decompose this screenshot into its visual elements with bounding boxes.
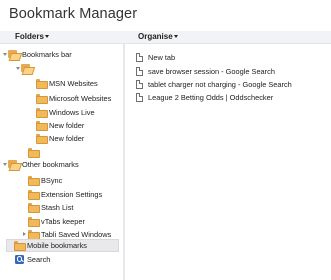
tree-item-label: MSN Websites [49, 78, 98, 88]
tree-item-bookmarks-bar[interactable]: Bookmarks bar [1, 48, 72, 60]
list-item-bookmark[interactable]: New tab [136, 51, 175, 63]
tree-item-msn-websites[interactable]: MSN Websites [36, 77, 98, 89]
folder-icon [36, 134, 48, 144]
folder-icon [28, 190, 40, 200]
tree-item-bsync[interactable]: BSync [28, 174, 62, 186]
list-item-bookmark[interactable]: save browser session - Google Search [136, 65, 275, 77]
tree-item-mobile-bookmarks[interactable]: Mobile bookmarks [14, 239, 87, 251]
bookmark-title: save browser session - Google Search [148, 66, 275, 76]
tree-item-unnamed-folder[interactable] [14, 62, 35, 74]
folder-tree: Bookmarks bar MSN Websites Microsoft Web… [0, 44, 123, 280]
expand-arrow-icon[interactable] [14, 62, 21, 74]
folder-open-icon [21, 64, 32, 72]
tree-item-label: BSync [41, 175, 63, 185]
organise-menu-label: Organise [138, 32, 173, 41]
tree-item-other-bookmarks[interactable]: Other bookmarks [1, 158, 79, 170]
page-icon [136, 79, 143, 89]
dropdown-caret-icon [44, 35, 49, 38]
folder-icon [36, 121, 48, 131]
tree-item-extension-settings[interactable]: Extension Settings [28, 188, 102, 200]
tree-item-empty-folder[interactable] [28, 146, 41, 158]
tree-item-label: Search [27, 254, 51, 264]
tree-item-label: Extension Settings [41, 189, 103, 199]
tree-item-stash-list[interactable]: Stash List [28, 201, 73, 213]
app-title: Bookmark Manager [9, 6, 138, 22]
organise-menu-button[interactable]: Organise [138, 32, 178, 41]
tree-item-label: Bookmarks bar [22, 49, 72, 59]
folder-icon [28, 176, 40, 186]
page-icon [136, 66, 143, 76]
bookmark-title: League 2 Betting Odds | Oddschecker [148, 92, 274, 102]
tree-item-label: Microsoft Websites [49, 93, 112, 103]
folder-icon [36, 108, 48, 118]
tree-item-windows-live[interactable]: Windows Live [36, 106, 95, 118]
tree-item-label: New folder [49, 120, 85, 130]
tree-item-label: Stash List [41, 202, 74, 212]
page-icon [136, 52, 143, 62]
tree-item-label: Windows Live [49, 107, 95, 117]
folder-icon [28, 148, 40, 158]
tree-item-label: Other bookmarks [22, 159, 79, 169]
tree-item-search[interactable]: Search [15, 253, 50, 265]
folders-menu-button[interactable]: Folders [15, 32, 49, 41]
tree-item-vtabs-keeper[interactable]: vTabs keeper [28, 215, 85, 227]
bookmark-title: tablet charger not charging - Google Sea… [148, 79, 292, 89]
tree-item-new-folder-2[interactable]: New folder [36, 132, 84, 144]
expand-arrow-icon[interactable] [1, 48, 8, 60]
page-icon [136, 92, 143, 102]
tree-item-new-folder-1[interactable]: New folder [36, 119, 84, 131]
tree-item-label: New folder [49, 133, 85, 143]
folder-icon [28, 230, 40, 240]
search-icon [15, 254, 24, 264]
bookmark-title: New tab [148, 52, 176, 62]
folder-open-icon [8, 160, 19, 168]
folders-menu-label: Folders [15, 32, 44, 41]
tree-item-microsoft-websites[interactable]: Microsoft Websites [36, 92, 111, 104]
list-item-bookmark[interactable]: League 2 Betting Odds | Oddschecker [136, 91, 273, 103]
folder-icon [28, 217, 40, 227]
pane-splitter[interactable] [123, 44, 125, 280]
list-item-bookmark[interactable]: tablet charger not charging - Google Sea… [136, 78, 292, 90]
folder-icon [36, 79, 48, 89]
expand-arrow-icon[interactable] [1, 158, 8, 170]
toolbar: Folders Organise [0, 31, 331, 44]
folder-icon [36, 94, 48, 104]
folder-icon [28, 203, 40, 213]
tree-item-label: vTabs keeper [41, 216, 85, 226]
dropdown-caret-icon [173, 35, 178, 38]
tree-item-label: Mobile bookmarks [27, 240, 87, 250]
folder-open-icon [8, 50, 19, 58]
tree-item-label: Tabli Saved Windows [41, 229, 112, 239]
folder-icon [14, 241, 26, 251]
